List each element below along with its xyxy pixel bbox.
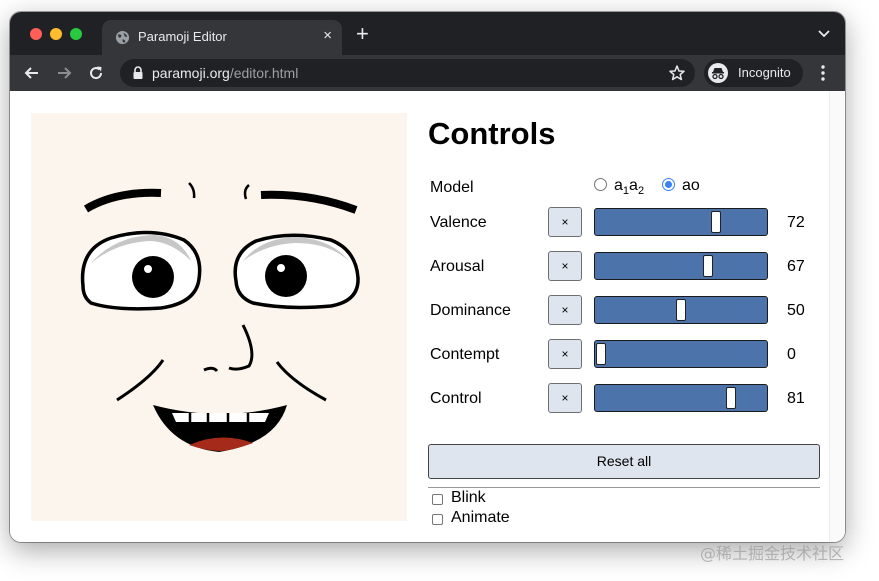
arousal-clear-button[interactable]: × bbox=[548, 251, 582, 281]
dominance-slider-knob[interactable] bbox=[676, 299, 686, 321]
chevron-down-icon[interactable] bbox=[817, 26, 831, 40]
url-text: paramoji.org/editor.html bbox=[152, 65, 298, 81]
dominance-value: 50 bbox=[787, 302, 805, 319]
valence-clear-button[interactable]: × bbox=[548, 207, 582, 237]
arousal-slider-knob[interactable] bbox=[703, 255, 714, 277]
model-option-a1a2-sub2: 2 bbox=[637, 185, 645, 198]
contempt-clear-button[interactable]: × bbox=[548, 339, 582, 369]
contempt-value: 0 bbox=[787, 346, 796, 363]
animate-checkbox[interactable] bbox=[432, 514, 443, 525]
lock-icon[interactable] bbox=[132, 66, 144, 80]
contempt-slider[interactable] bbox=[594, 340, 768, 368]
control-slider-knob[interactable] bbox=[725, 387, 736, 409]
model-option-a1a2-main: a bbox=[614, 177, 623, 194]
forward-arrow-icon[interactable] bbox=[55, 64, 73, 82]
blink-checkbox[interactable] bbox=[432, 494, 443, 505]
arousal-label: Arousal bbox=[430, 258, 485, 275]
minimize-window-button[interactable] bbox=[50, 28, 62, 40]
control-slider[interactable] bbox=[594, 384, 768, 412]
dominance-label: Dominance bbox=[430, 302, 511, 319]
dominance-clear-button[interactable]: × bbox=[548, 295, 582, 325]
close-icon[interactable]: × bbox=[323, 27, 332, 44]
arousal-slider[interactable] bbox=[594, 252, 768, 280]
star-icon[interactable] bbox=[668, 64, 686, 82]
browser-tab[interactable]: Paramoji Editor × bbox=[102, 20, 342, 55]
controls-panel: Controls Model a1a2 ao Valence × 72 Arou… bbox=[428, 113, 822, 533]
model-label: Model bbox=[430, 179, 474, 196]
arousal-value: 67 bbox=[787, 258, 805, 275]
model-radio-a1a2[interactable] bbox=[594, 178, 607, 191]
control-label: Control bbox=[430, 390, 482, 407]
divider bbox=[428, 487, 820, 488]
browser-window: Paramoji Editor × + paramoji.org/editor.… bbox=[10, 12, 845, 542]
title-bar: Paramoji Editor × + bbox=[10, 12, 845, 55]
page-scrollbar[interactable] bbox=[829, 91, 845, 542]
watermark: @稀土掘金技术社区 bbox=[700, 544, 845, 563]
reset-all-button[interactable]: Reset all bbox=[428, 444, 820, 479]
animate-label[interactable]: Animate bbox=[451, 509, 510, 527]
tab-title: Paramoji Editor bbox=[138, 29, 227, 44]
model-option-a1a2-mid: a bbox=[629, 177, 638, 194]
back-arrow-icon[interactable] bbox=[23, 64, 41, 82]
reload-icon[interactable] bbox=[87, 64, 105, 82]
valence-label: Valence bbox=[430, 214, 487, 231]
browser-toolbar: paramoji.org/editor.html Incognito bbox=[10, 55, 845, 91]
control-clear-button[interactable]: × bbox=[548, 383, 582, 413]
url-domain: paramoji.org bbox=[152, 65, 230, 81]
controls-heading: Controls bbox=[428, 116, 556, 151]
dominance-slider[interactable] bbox=[594, 296, 768, 324]
address-bar[interactable]: paramoji.org/editor.html bbox=[120, 59, 695, 87]
control-value: 81 bbox=[787, 390, 805, 407]
incognito-label: Incognito bbox=[738, 65, 791, 80]
contempt-slider-knob[interactable] bbox=[596, 343, 606, 365]
model-radio-ao[interactable] bbox=[662, 178, 675, 191]
kebab-menu-icon[interactable] bbox=[816, 63, 830, 83]
contempt-label: Contempt bbox=[430, 346, 500, 363]
model-option-a1a2-label[interactable]: a1a2 bbox=[614, 177, 644, 197]
emoji-face-canvas bbox=[31, 113, 407, 521]
incognito-badge[interactable]: Incognito bbox=[704, 59, 803, 87]
valence-slider[interactable] bbox=[594, 208, 768, 236]
incognito-icon bbox=[708, 63, 728, 83]
model-option-ao-label[interactable]: ao bbox=[682, 177, 700, 195]
valence-slider-knob[interactable] bbox=[711, 211, 722, 233]
page-content: Controls Model a1a2 ao Valence × 72 Arou… bbox=[10, 91, 845, 542]
plus-icon[interactable]: + bbox=[356, 23, 369, 45]
valence-value: 72 bbox=[787, 214, 805, 231]
blink-label[interactable]: Blink bbox=[451, 489, 486, 507]
globe-icon bbox=[115, 30, 130, 45]
maximize-window-button[interactable] bbox=[70, 28, 82, 40]
url-path: /editor.html bbox=[229, 65, 299, 81]
close-window-button[interactable] bbox=[30, 28, 42, 40]
